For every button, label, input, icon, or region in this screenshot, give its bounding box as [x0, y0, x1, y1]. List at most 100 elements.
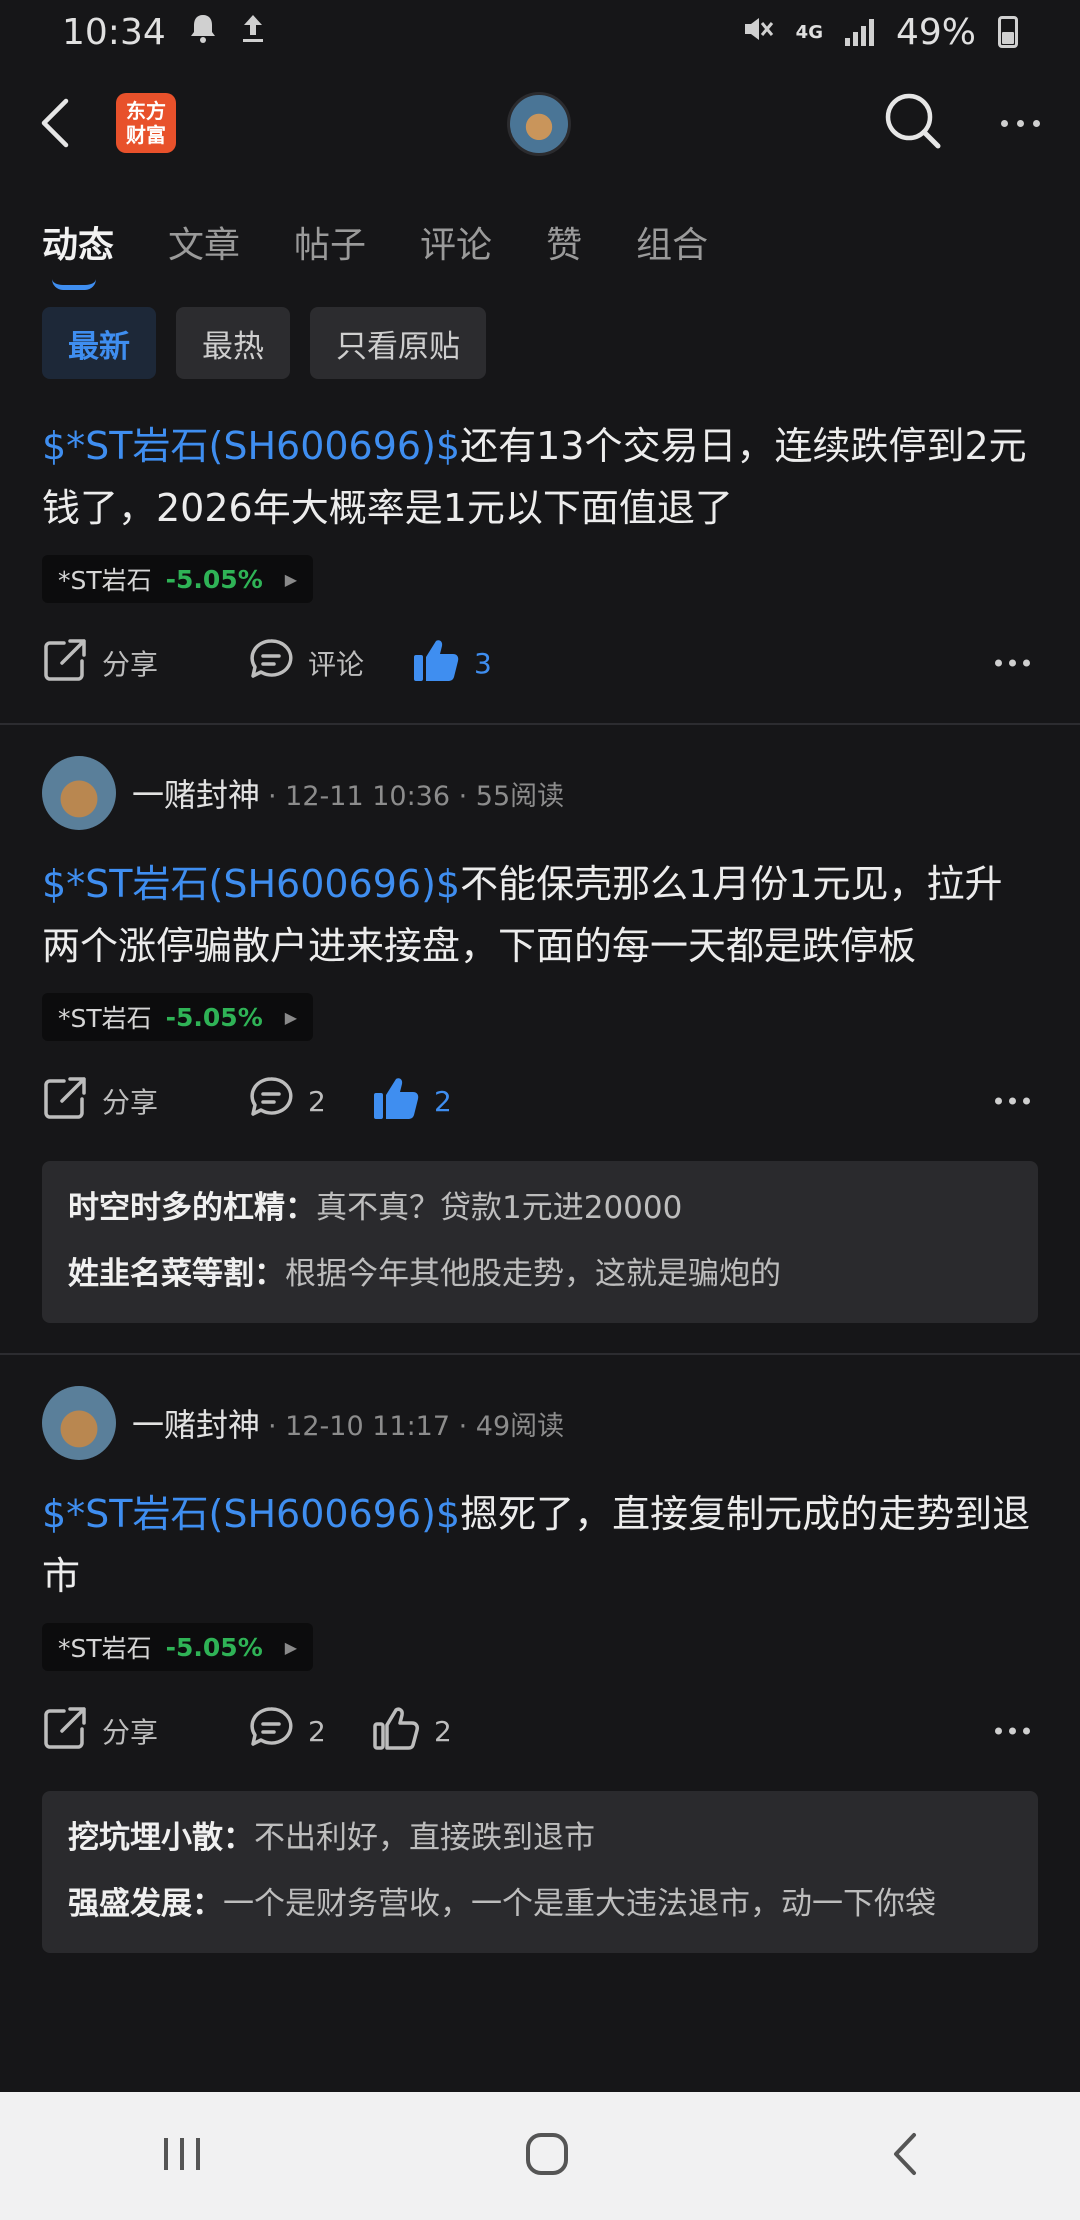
network-type: 4G	[795, 21, 823, 43]
stock-chip-change: -5.05%	[165, 564, 263, 594]
stock-link[interactable]: $*ST岩石(SH600696)$	[42, 1492, 460, 1536]
back-icon[interactable]	[890, 2131, 920, 2181]
commenter-name[interactable]: 时空时多的杠精：	[68, 1190, 316, 1226]
post-actions: 分享 2 2	[42, 1041, 1038, 1161]
commenter-name[interactable]: 强盛发展：	[68, 1886, 223, 1922]
comment-preview: 强盛发展：一个是财务营收，一个是重大违法退市，动一下你袋	[68, 1871, 1012, 1937]
share-label: 分享	[102, 1086, 159, 1119]
logo-text-2: 财富	[126, 123, 166, 147]
stock-link[interactable]: $*ST岩石(SH600696)$	[42, 862, 460, 906]
comment-preview: 时空时多的杠精：真不真？贷款1元进20000	[68, 1175, 1012, 1241]
post-content: $*ST岩石(SH600696)$摁死了，直接复制元成的走势到退市	[42, 1483, 1038, 1607]
share-icon	[42, 1075, 88, 1128]
stock-chip-name: *ST岩石	[58, 566, 152, 595]
more-options-icon[interactable]	[995, 659, 1030, 667]
like-button[interactable]: 2	[372, 1075, 452, 1128]
like-button[interactable]: 2	[372, 1705, 452, 1758]
stock-chip-change: -5.05%	[165, 1632, 263, 1662]
like-count: 2	[434, 1714, 452, 1748]
status-time: 10:34	[62, 11, 166, 53]
battery-percent: 49%	[895, 11, 976, 53]
author-avatar[interactable]	[42, 1386, 116, 1460]
search-icon[interactable]	[883, 91, 943, 155]
thumbs-up-icon	[412, 637, 460, 690]
post-meta: · 12-11 10:36 · 55阅读	[268, 780, 565, 812]
comment-icon	[248, 637, 294, 690]
tab-likes[interactable]: 赞	[546, 216, 582, 268]
share-icon	[42, 637, 88, 690]
author-row: 一赌封神 · 12-10 11:17 · 49阅读	[42, 1375, 1038, 1471]
post-content: $*ST岩石(SH600696)$还有13个交易日，连续跌停到2元钱了，2026…	[42, 415, 1038, 539]
comment-preview-box[interactable]: 挖坑埋小散：不出利好，直接跌到退市 强盛发展：一个是财务营收，一个是重大违法退市…	[42, 1791, 1038, 1953]
comment-label: 评论	[308, 648, 365, 681]
tab-posts[interactable]: 帖子	[294, 216, 366, 268]
comment-text: 一个是财务营收，一个是重大违法退市，动一下你袋	[223, 1886, 936, 1922]
share-label: 分享	[102, 648, 159, 681]
stock-chip-name: *ST岩石	[58, 1004, 152, 1033]
back-arrow-icon[interactable]	[40, 93, 80, 153]
stock-chip-name: *ST岩石	[58, 1634, 152, 1663]
commenter-name[interactable]: 姓韭名菜等割：	[68, 1256, 285, 1292]
share-icon	[42, 1705, 88, 1758]
post-feed: $*ST岩石(SH600696)$还有13个交易日，连续跌停到2元钱了，2026…	[0, 415, 1080, 1983]
profile-avatar[interactable]	[507, 92, 571, 156]
stock-chip-change: -5.05%	[165, 1002, 263, 1032]
filter-hottest[interactable]: 最热	[176, 307, 290, 379]
comment-text: 不出利好，直接跌到退市	[254, 1820, 595, 1856]
stock-chip[interactable]: *ST岩石 -5.05% ▶	[42, 555, 314, 603]
comment-preview: 姓韭名菜等割：根据今年其他股走势，这就是骗炮的	[68, 1241, 1012, 1307]
comment-count: 2	[308, 1714, 326, 1748]
post-item[interactable]: 一赌封神 · 12-10 11:17 · 49阅读 $*ST岩石(SH60069…	[0, 1355, 1080, 1953]
system-navigation-bar	[0, 2092, 1080, 2220]
app-header: 东方 财富	[0, 64, 1080, 182]
tab-comments[interactable]: 评论	[420, 216, 492, 268]
tab-articles[interactable]: 文章	[168, 216, 240, 268]
comment-icon	[248, 1705, 294, 1758]
post-item[interactable]: $*ST岩石(SH600696)$还有13个交易日，连续跌停到2元钱了，2026…	[0, 415, 1080, 723]
chevron-right-icon: ▶	[284, 1637, 298, 1657]
home-icon[interactable]	[524, 2131, 570, 2181]
post-meta: · 12-10 11:17 · 49阅读	[268, 1410, 565, 1442]
share-button[interactable]: 分享	[42, 1075, 248, 1128]
post-item[interactable]: 一赌封神 · 12-11 10:36 · 55阅读 $*ST岩石(SH60069…	[0, 725, 1080, 1323]
bell-icon	[188, 12, 218, 53]
thumbs-up-icon	[372, 1075, 420, 1128]
logo-text-1: 东方	[126, 99, 166, 123]
comment-preview-box[interactable]: 时空时多的杠精：真不真？贷款1元进20000 姓韭名菜等割：根据今年其他股走势，…	[42, 1161, 1038, 1323]
tab-portfolio[interactable]: 组合	[636, 216, 708, 268]
filter-original-only[interactable]: 只看原贴	[310, 307, 486, 379]
author-avatar[interactable]	[42, 756, 116, 830]
share-button[interactable]: 分享	[42, 1705, 248, 1758]
stock-chip[interactable]: *ST岩石 -5.05% ▶	[42, 1623, 314, 1671]
comment-button[interactable]: 评论	[248, 637, 412, 690]
post-actions: 分享 评论 3	[42, 603, 1038, 723]
thumbs-up-outline-icon	[372, 1705, 420, 1758]
author-row: 一赌封神 · 12-11 10:36 · 55阅读	[42, 745, 1038, 841]
comment-text: 真不真？贷款1元进20000	[316, 1190, 683, 1226]
commenter-name[interactable]: 挖坑埋小散：	[68, 1820, 254, 1856]
like-count: 3	[474, 646, 492, 680]
share-label: 分享	[102, 1716, 159, 1749]
more-options-icon[interactable]	[995, 1727, 1030, 1735]
author-name[interactable]: 一赌封神	[132, 770, 260, 816]
comment-text: 根据今年其他股走势，这就是骗炮的	[285, 1256, 781, 1292]
recent-apps-icon[interactable]	[160, 2134, 204, 2178]
more-options-icon[interactable]	[995, 1097, 1030, 1105]
stock-chip[interactable]: *ST岩石 -5.05% ▶	[42, 993, 314, 1041]
author-name[interactable]: 一赌封神	[132, 1400, 260, 1446]
app-logo[interactable]: 东方 财富	[116, 93, 176, 153]
tab-dynamic[interactable]: 动态	[42, 216, 114, 290]
like-count: 2	[434, 1084, 452, 1118]
comment-icon	[248, 1075, 294, 1128]
comment-count: 2	[308, 1084, 326, 1118]
stock-link[interactable]: $*ST岩石(SH600696)$	[42, 424, 460, 468]
upload-icon	[240, 12, 266, 53]
signal-icon	[844, 18, 874, 46]
like-button[interactable]: 3	[412, 637, 492, 690]
battery-icon	[998, 16, 1018, 48]
filter-latest[interactable]: 最新	[42, 307, 156, 379]
more-options-icon[interactable]	[1001, 119, 1040, 127]
share-button[interactable]: 分享	[42, 637, 248, 690]
comment-preview: 挖坑埋小散：不出利好，直接跌到退市	[68, 1805, 1012, 1871]
post-actions: 分享 2 2	[42, 1671, 1038, 1791]
